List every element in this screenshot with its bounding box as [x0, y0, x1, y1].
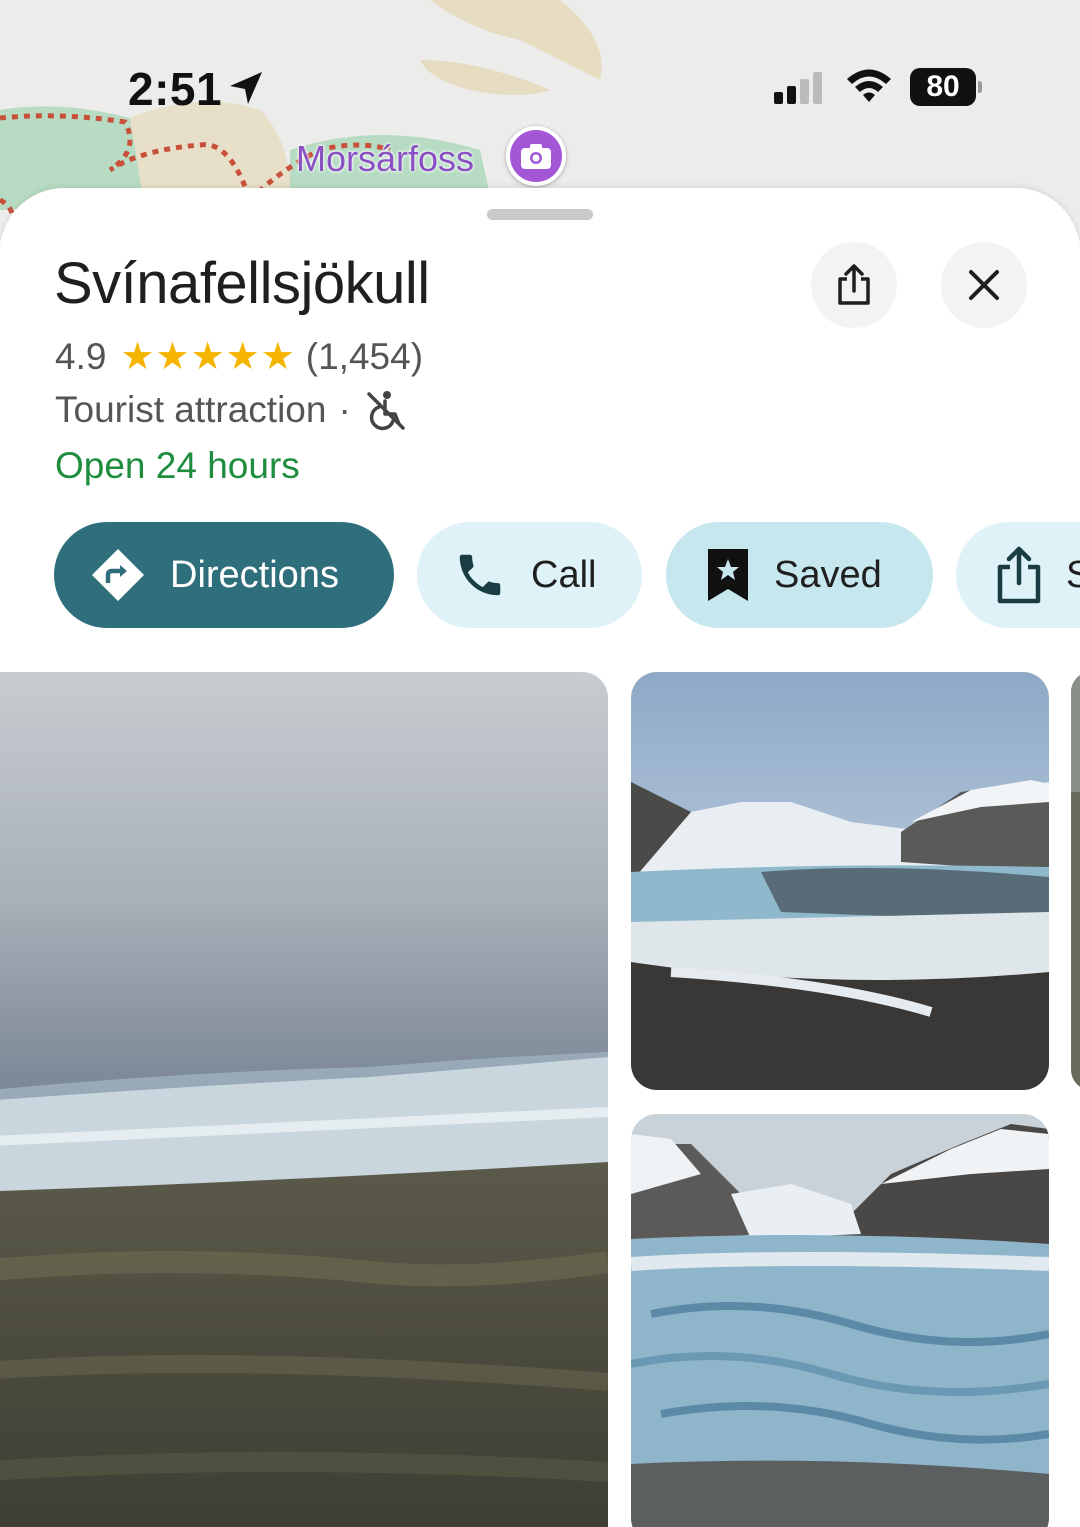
battery-indicator: 80 — [910, 68, 982, 108]
directions-icon — [92, 549, 144, 601]
place-title: Svínafellsjökull — [54, 251, 430, 316]
glacier-ice-photo — [631, 1114, 1049, 1527]
category-separator: · — [338, 389, 351, 430]
phone-icon — [459, 554, 501, 596]
rating-value: 4.9 — [55, 335, 107, 377]
rating-stars: ★★★★★ — [120, 336, 296, 378]
category-row: Tourist attraction · — [55, 388, 407, 432]
place-category: Tourist attraction — [55, 389, 327, 430]
rating-row[interactable]: 4.9 ★★★★★ (1,454) — [55, 334, 423, 379]
camera-pin-icon[interactable] — [506, 126, 566, 186]
status-time: 2:51 — [128, 63, 223, 115]
photo-thumbnail[interactable] — [631, 672, 1049, 1090]
location-arrow-icon — [230, 72, 262, 104]
sheet-grabber[interactable] — [487, 209, 593, 220]
partial-photo — [1071, 672, 1080, 1090]
call-label: Call — [531, 553, 597, 596]
battery-level: 80 — [926, 70, 960, 103]
call-button[interactable]: Call — [417, 522, 642, 628]
map-place-label[interactable]: Morsárfoss — [296, 138, 474, 180]
share-chip-label: S — [1066, 553, 1080, 596]
place-sheet: Svínafellsjökull 4.9 ★★★★★ (1,454) Touri… — [0, 188, 1080, 1527]
glacier-valley-photo — [631, 672, 1049, 1090]
wifi-icon — [847, 69, 891, 102]
opening-hours[interactable]: Open 24 hours — [55, 445, 300, 487]
review-count: (1,454) — [305, 335, 424, 377]
share-icon — [838, 264, 870, 305]
saved-button[interactable]: Saved — [666, 522, 933, 628]
close-icon — [969, 270, 999, 300]
share-button[interactable] — [811, 242, 897, 328]
close-button[interactable] — [941, 242, 1027, 328]
share-chip-button[interactable]: S — [956, 522, 1080, 628]
main-photo[interactable] — [0, 672, 608, 1527]
directions-label: Directions — [170, 553, 339, 596]
cellular-signal-icon — [774, 72, 822, 104]
glacier-landscape-photo — [0, 672, 608, 1527]
no-wheelchair-access-icon — [367, 391, 405, 431]
bookmark-icon — [708, 549, 748, 601]
share-icon — [997, 546, 1041, 604]
saved-label: Saved — [774, 553, 882, 596]
photo-thumbnail[interactable] — [1071, 672, 1080, 1090]
photo-thumbnail[interactable] — [631, 1114, 1049, 1527]
directions-button[interactable]: Directions — [54, 522, 394, 628]
